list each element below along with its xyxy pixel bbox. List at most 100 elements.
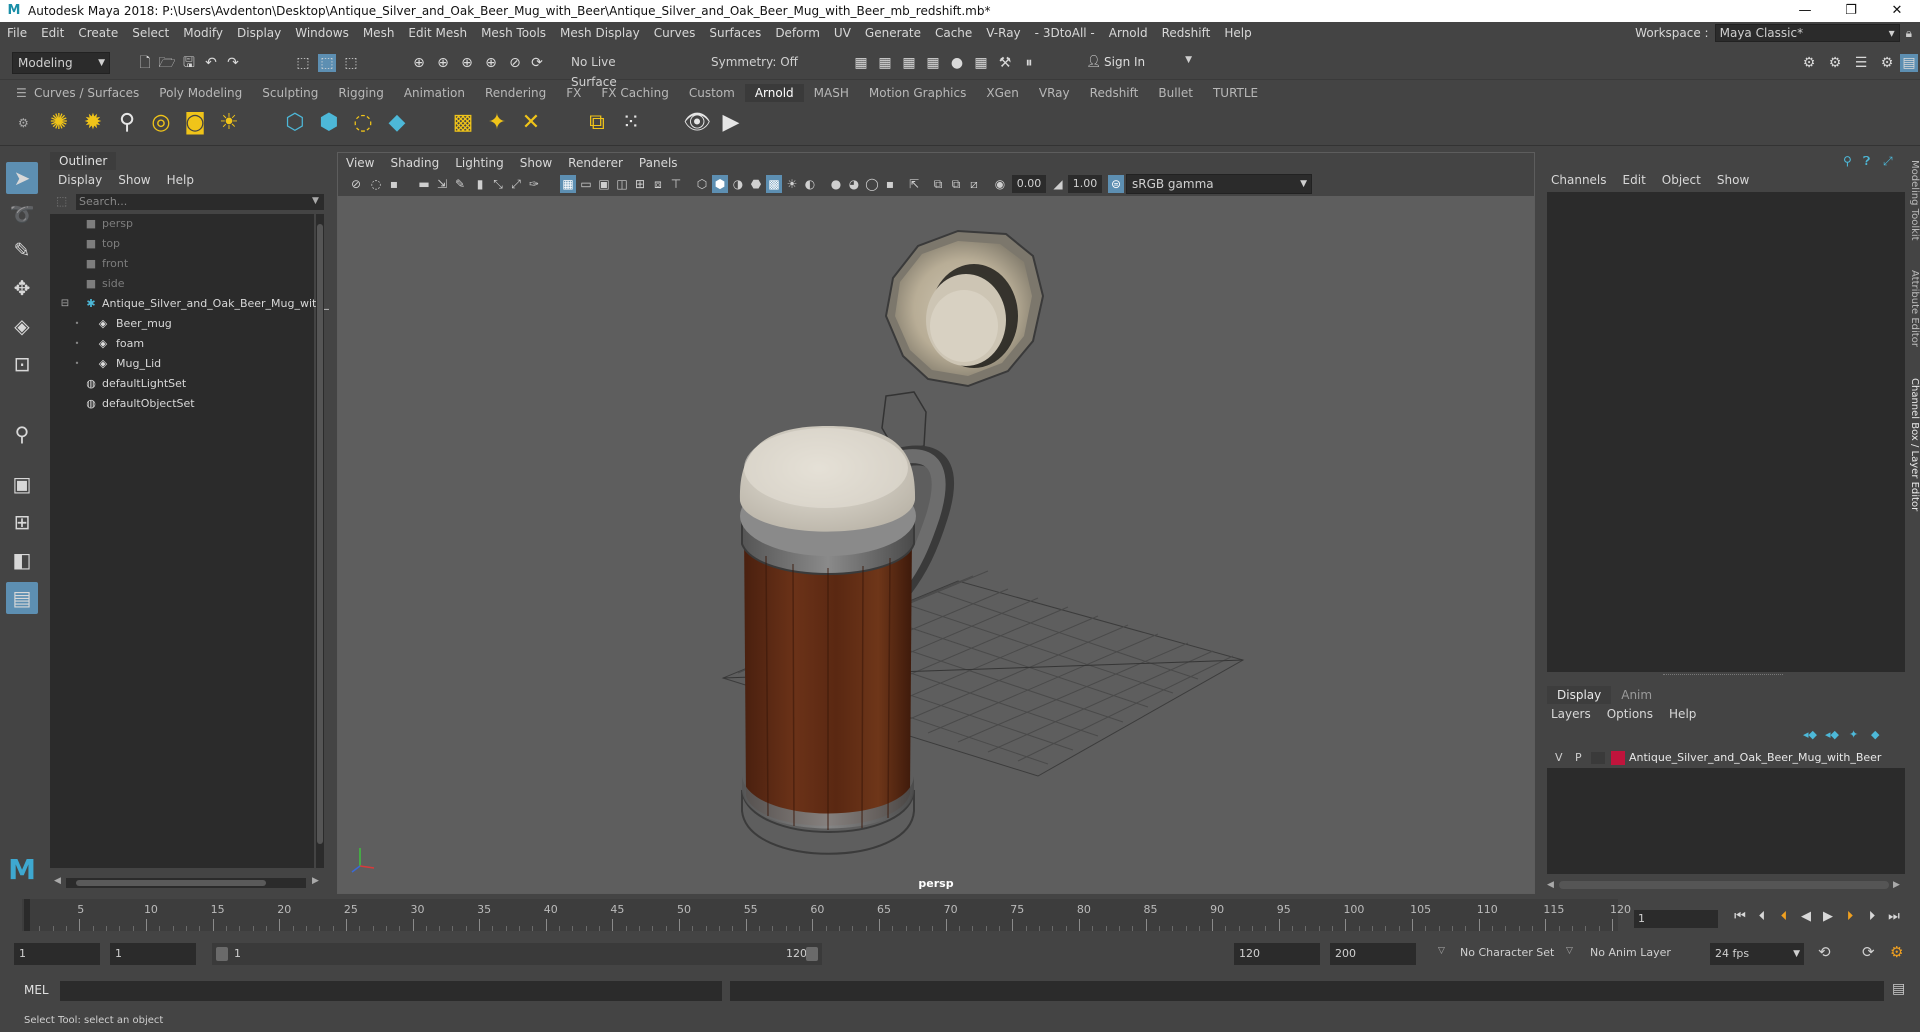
xray-active-icon[interactable]: ⧉ xyxy=(948,175,964,193)
gamma-field[interactable]: 1.00 xyxy=(1068,175,1102,193)
menu-surfaces[interactable]: Surfaces xyxy=(702,26,768,40)
side-tab-channel-box[interactable]: Channel Box / Layer Editor xyxy=(1907,378,1920,511)
shelf-tab-turtle[interactable]: TURTLE xyxy=(1203,84,1268,102)
four-view-layout-icon[interactable]: ⊞ xyxy=(6,506,38,538)
menu-help[interactable]: Help xyxy=(1217,26,1258,40)
pause-ipr-icon[interactable]: ⏸ xyxy=(1020,54,1038,72)
volume-icon[interactable]: ◌ xyxy=(348,108,378,138)
move-layer-up-icon[interactable]: ◂◆ xyxy=(1803,728,1817,741)
outliner-item-beer-mug[interactable]: • ◈ Beer_mug xyxy=(50,314,314,334)
snap-point-icon[interactable]: ⊕ xyxy=(458,54,476,72)
time-slider[interactable]: 1510152025303540455055606570758085909510… xyxy=(0,897,1920,933)
channel-box-icon[interactable]: ▤ xyxy=(1900,54,1918,72)
undo-icon[interactable]: ↶ xyxy=(202,54,220,72)
step-forward-frame-icon[interactable]: ⏵ xyxy=(1862,907,1882,927)
playback-end-field[interactable]: 120 xyxy=(1234,943,1320,965)
layer-color-swatch[interactable] xyxy=(1611,751,1625,765)
menu-edit-mesh[interactable]: Edit Mesh xyxy=(401,26,474,40)
shelf-tab-sculpting[interactable]: Sculpting xyxy=(252,84,328,102)
select-object-icon[interactable]: ⬚ xyxy=(318,54,336,72)
new-scene-icon[interactable]: 🗋 xyxy=(136,54,154,72)
step-back-frame-icon[interactable]: ⏴ xyxy=(1752,907,1772,927)
modeling-toolkit-icon[interactable]: ⚙ xyxy=(1800,54,1818,72)
ipr-render-icon[interactable]: ▦ xyxy=(900,54,918,72)
scroll-left-icon[interactable]: ◀ xyxy=(54,876,61,886)
outliner-horizontal-scrollbar[interactable] xyxy=(66,878,306,888)
scroll-right-icon[interactable]: ▶ xyxy=(312,876,319,886)
shelf-options-icon[interactable]: ⚙ xyxy=(18,116,29,130)
menu-select[interactable]: Select xyxy=(125,26,176,40)
gamma-icon[interactable]: ◢ xyxy=(1050,175,1066,193)
3d-viewport[interactable]: persp xyxy=(338,196,1534,893)
range-start-handle[interactable] xyxy=(216,947,228,961)
shadows-icon[interactable]: ◐ xyxy=(802,175,818,193)
playback-start-field[interactable]: 1 xyxy=(110,943,196,965)
render-play-icon[interactable]: ▶ xyxy=(716,108,746,138)
film-gate-icon[interactable]: ▭ xyxy=(578,175,594,193)
area-light-icon[interactable]: ✺ xyxy=(44,108,74,138)
render-settings-icon[interactable]: ▦ xyxy=(924,54,942,72)
render-view-eye-icon[interactable]: 👁︎ xyxy=(682,108,712,138)
viewport-menu-view[interactable]: View xyxy=(338,153,382,173)
auto-key-icon[interactable]: ⟳ xyxy=(1862,943,1875,961)
grid-icon[interactable]: ▦ xyxy=(560,175,576,193)
shelf-tab-xgen[interactable]: XGen xyxy=(976,84,1029,102)
menu-mesh-display[interactable]: Mesh Display xyxy=(553,26,647,40)
gate-mask-toggle-icon[interactable]: ◫ xyxy=(614,175,630,193)
channel-box-menu-edit[interactable]: Edit xyxy=(1615,170,1654,190)
single-perspective-layout-icon[interactable]: ▣ xyxy=(6,468,38,500)
physical-sky-icon[interactable]: ☀ xyxy=(214,108,244,138)
xray-joints-icon[interactable]: ⤢ xyxy=(508,175,524,193)
textured-icon[interactable]: ▩ xyxy=(766,175,782,193)
menu-generate[interactable]: Generate xyxy=(858,26,928,40)
light-manager-icon[interactable]: ⧉ xyxy=(582,108,612,138)
go-to-start-icon[interactable]: ⏮ xyxy=(1730,907,1750,927)
show-manipulator-icon[interactable]: ⚲ xyxy=(6,418,38,450)
curvature-icon[interactable]: ◆ xyxy=(382,108,412,138)
lock-icon[interactable]: 🔒︎ xyxy=(1906,26,1912,41)
screen-space-ao-icon[interactable]: ● xyxy=(828,175,844,193)
channel-box-menu-channels[interactable]: Channels xyxy=(1543,170,1615,190)
outliner-menu-help[interactable]: Help xyxy=(159,170,202,190)
resolution-gate-icon[interactable]: ▣ xyxy=(596,175,612,193)
minimize-button[interactable]: — xyxy=(1782,0,1828,22)
menu-create[interactable]: Create xyxy=(71,26,125,40)
layer-menu-help[interactable]: Help xyxy=(1661,704,1704,724)
snap-grid-icon[interactable]: ⊕ xyxy=(410,54,428,72)
anim-layer-icon[interactable]: ▽ xyxy=(1566,946,1573,956)
attribute-editor-icon[interactable]: ☰ xyxy=(1852,54,1870,72)
select-tool-icon[interactable]: ➤ xyxy=(6,162,38,194)
menu-curves[interactable]: Curves xyxy=(647,26,703,40)
loop-icon[interactable]: ⟲ xyxy=(1818,943,1831,961)
default-material-icon[interactable]: ◑ xyxy=(730,175,746,193)
render-frame-icon[interactable]: ▦ xyxy=(852,54,870,72)
outliner-item-default-light-set[interactable]: ◍ defaultLightSet xyxy=(50,374,314,394)
character-set-icon[interactable]: ▽ xyxy=(1438,946,1445,956)
shelf-tab-curves-surfaces[interactable]: Curves / Surfaces xyxy=(24,84,149,102)
shelf-tab-redshift[interactable]: Redshift xyxy=(1080,84,1149,102)
channel-box-menu-object[interactable]: Object xyxy=(1654,170,1709,190)
shelf-tab-custom[interactable]: Custom xyxy=(679,84,745,102)
skydome-light-icon[interactable]: ◎ xyxy=(146,108,176,138)
outliner-item-mug-lid[interactable]: • ◈ Mug_Lid xyxy=(50,354,314,374)
wireframe-icon[interactable]: ⬡ xyxy=(694,175,710,193)
tool-settings-icon[interactable]: ⚙ xyxy=(1878,54,1896,72)
render-setup-icon[interactable]: ⚒ xyxy=(996,54,1014,72)
anim-layer-label[interactable]: No Anim Layer xyxy=(1590,946,1671,959)
command-language-label[interactable]: MEL xyxy=(24,983,49,997)
2d-pan-zoom-icon[interactable]: ⇲ xyxy=(434,175,450,193)
side-tab-modeling-toolkit[interactable]: Modeling Toolkit xyxy=(1907,160,1920,241)
layer-tab-display[interactable]: Display xyxy=(1547,686,1612,704)
menu-arnold[interactable]: Arnold xyxy=(1102,26,1155,40)
side-tab-attribute-editor[interactable]: Attribute Editor xyxy=(1907,270,1920,347)
xray-icon[interactable]: ⧉ xyxy=(930,175,946,193)
splitter-handle[interactable] xyxy=(1663,674,1783,678)
channel-box-menu-show[interactable]: Show xyxy=(1709,170,1757,190)
lasso-tool-icon[interactable]: ➰ xyxy=(6,198,38,230)
current-time-indicator[interactable] xyxy=(24,899,30,931)
layer-menu-options[interactable]: Options xyxy=(1599,704,1661,724)
animation-end-field[interactable]: 200 xyxy=(1330,943,1416,965)
backface-culling-icon[interactable]: ⧄ xyxy=(966,175,982,193)
live-surface-field[interactable]: No Live Surface xyxy=(566,52,662,89)
standin-icon[interactable]: ⬡ xyxy=(280,108,310,138)
